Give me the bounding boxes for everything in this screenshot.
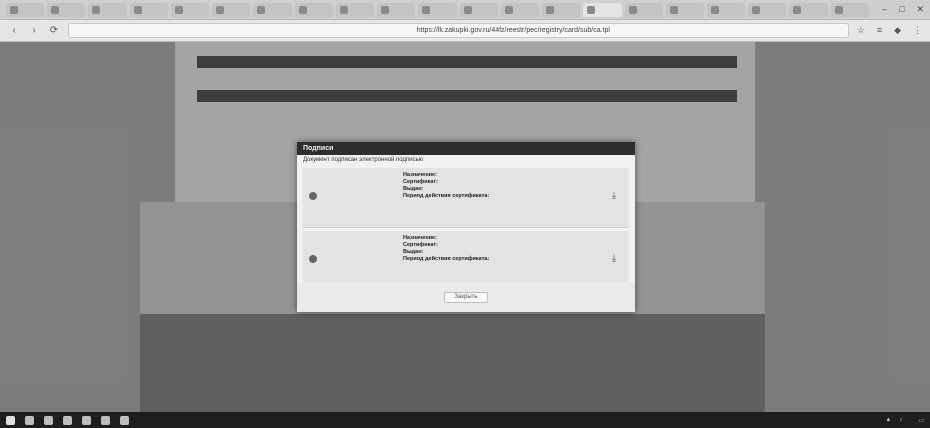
favicon-icon xyxy=(669,5,678,14)
browser-tab[interactable] xyxy=(377,2,416,17)
issuer-label: Выдан: xyxy=(403,249,424,255)
menu-icon[interactable]: ⋮ xyxy=(913,25,922,36)
favicon-icon xyxy=(298,5,307,14)
browser-tab[interactable] xyxy=(624,2,663,17)
favicon-icon xyxy=(710,5,719,14)
favicon-icon xyxy=(546,5,555,14)
task-view-icon[interactable] xyxy=(44,415,53,425)
close-button[interactable]: Закрыть xyxy=(444,291,488,303)
browser-tab[interactable] xyxy=(47,2,86,17)
favicon-icon xyxy=(10,5,18,14)
close-window-icon[interactable]: ✕ xyxy=(916,4,924,15)
browser-tab[interactable] xyxy=(542,2,581,17)
file-explorer-icon[interactable] xyxy=(63,415,72,425)
favicon-icon xyxy=(381,5,390,14)
toolbar-actions: ☆ ≡ ◆ ⋮ xyxy=(857,25,922,36)
bookmarks-icon[interactable]: ≡ xyxy=(877,25,882,36)
search-icon[interactable] xyxy=(25,415,34,425)
favicon-icon xyxy=(92,5,101,14)
owner-label: Назначение: xyxy=(403,235,437,241)
certificate-label: Сертификат: xyxy=(403,179,438,185)
browser-tab[interactable] xyxy=(294,2,333,17)
download-icon[interactable]: ⤓ xyxy=(609,253,619,263)
favicon-icon xyxy=(51,5,60,14)
address-url[interactable]: https://lk.zakupki.gov.ru/44fz/reestr/pe… xyxy=(193,27,834,34)
favicon-icon xyxy=(463,5,472,14)
favicon-icon xyxy=(216,5,225,14)
os-taskbar: ▲ ♪ ▭ xyxy=(0,412,930,428)
signature-status-icon xyxy=(309,192,317,200)
star-icon[interactable]: ☆ xyxy=(857,25,865,36)
browser-tab[interactable] xyxy=(789,2,828,17)
favicon-icon xyxy=(793,5,802,14)
favicon-icon xyxy=(752,5,761,14)
favicon-icon xyxy=(133,5,142,14)
browser-icon[interactable] xyxy=(82,415,91,425)
network-icon[interactable]: ▲ xyxy=(885,417,891,423)
browser-tab[interactable] xyxy=(748,2,787,17)
browser-tab[interactable] xyxy=(129,2,168,17)
owner-label: Назначение: xyxy=(403,172,437,178)
maximize-icon[interactable]: □ xyxy=(899,4,904,15)
forward-arrow-icon[interactable]: › xyxy=(28,25,40,37)
browser-tab[interactable] xyxy=(418,2,457,17)
favicon-icon xyxy=(174,5,183,14)
browser-tab[interactable] xyxy=(6,2,45,17)
favicon-icon xyxy=(422,5,431,14)
issuer-label: Выдан: xyxy=(403,186,424,192)
browser-tab[interactable] xyxy=(500,2,540,17)
app-icon[interactable] xyxy=(120,415,129,425)
browser-tab[interactable] xyxy=(830,2,869,17)
notifications-icon[interactable]: ▭ xyxy=(918,417,924,424)
validity-label: Период действия сертификата: xyxy=(403,193,490,199)
signature-details: Назначение: Сертификат: Выдан: Период де… xyxy=(403,172,553,200)
start-icon[interactable] xyxy=(6,415,15,425)
back-arrow-icon[interactable]: ‹ xyxy=(8,25,20,37)
favicon-icon xyxy=(339,5,348,14)
browser-tab[interactable] xyxy=(665,2,704,17)
reload-icon[interactable]: ⟳ xyxy=(48,25,60,37)
browser-tab[interactable] xyxy=(253,2,292,17)
browser-tab[interactable] xyxy=(212,2,251,17)
browser-tab[interactable] xyxy=(706,2,746,17)
certificate-label: Сертификат: xyxy=(403,242,438,248)
minimize-icon[interactable]: – xyxy=(882,4,887,15)
volume-icon[interactable]: ♪ xyxy=(899,417,902,423)
signature-row: Назначение: Сертификат: Выдан: Период де… xyxy=(303,168,629,228)
browser-tab[interactable] xyxy=(88,2,127,17)
favicon-icon xyxy=(504,5,513,14)
browser-tab[interactable] xyxy=(583,2,622,17)
signatures-dialog: Подписи Документ подписан электронной по… xyxy=(297,142,635,312)
download-icon[interactable]: ⤓ xyxy=(609,190,619,200)
signature-status-icon xyxy=(309,255,317,263)
favicon-icon xyxy=(628,5,637,14)
extensions-icon[interactable]: ◆ xyxy=(894,25,901,36)
dialog-title: Подписи xyxy=(297,142,635,155)
system-tray: ▲ ♪ ▭ xyxy=(885,417,924,424)
address-bar[interactable]: https://lk.zakupki.gov.ru/44fz/reestr/pe… xyxy=(68,23,849,38)
signature-details: Назначение: Сертификат: Выдан: Период де… xyxy=(403,235,553,263)
validity-label: Период действия сертификата: xyxy=(403,256,490,262)
browser-toolbar: ‹ › ⟳ https://lk.zakupki.gov.ru/44fz/ree… xyxy=(0,20,930,42)
favicon-icon xyxy=(257,5,266,14)
favicon-icon xyxy=(834,5,843,14)
app-icon[interactable] xyxy=(101,415,110,425)
browser-tab[interactable] xyxy=(459,2,498,17)
browser-tab[interactable] xyxy=(335,2,375,17)
tab-list xyxy=(6,2,869,17)
favicon-icon xyxy=(587,5,596,14)
dialog-subtitle: Документ подписан электронной подписью xyxy=(303,157,424,163)
window-controls: – □ ✕ xyxy=(882,4,924,15)
browser-tab[interactable] xyxy=(170,2,210,17)
browser-tab-bar: – □ ✕ xyxy=(0,0,930,20)
dialog-footer: Закрыть xyxy=(297,282,635,312)
